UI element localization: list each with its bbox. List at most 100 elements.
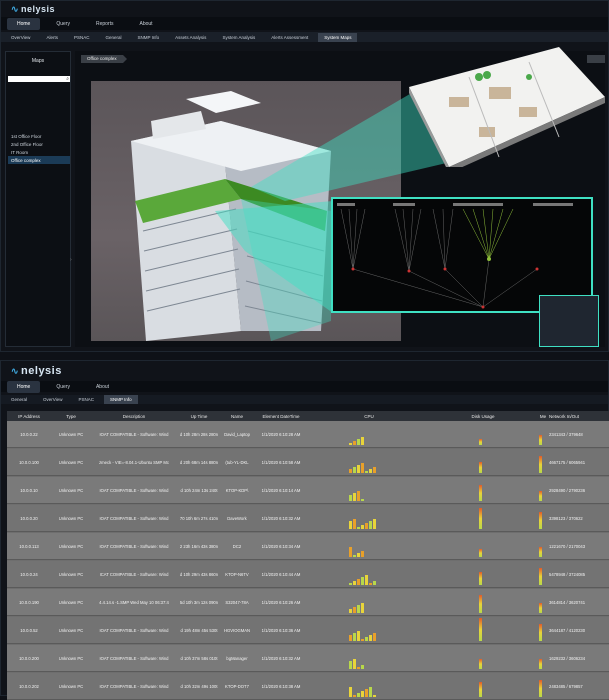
cell-description: 4.4.14.s -1.SMP Wed May 10 06:37:4 — [99, 599, 169, 605]
col-disk-usage[interactable]: Disk Usage — [429, 414, 537, 419]
map-search-input[interactable]: ⌕ — [8, 76, 70, 82]
menu-query[interactable]: Query — [46, 381, 80, 393]
disk-bar — [479, 571, 482, 585]
cell-description: IOAT COMPATIBLE - Software: Wind — [99, 627, 169, 633]
search-icon[interactable]: ⌕ — [66, 76, 69, 82]
col-cpu[interactable]: CPU — [309, 414, 429, 419]
memory-bar — [539, 623, 542, 641]
snmp-table: IP Address Type Description Up Time Name… — [7, 411, 609, 700]
memory-bar — [539, 658, 542, 669]
tab-psnac[interactable]: PSNAC — [72, 395, 100, 404]
cell-datetime: 1/1/2020 6:10:34 AM — [261, 543, 301, 549]
cpu-bar — [349, 582, 352, 585]
cell-datetime: 1/1/2020 6:10:32 AM — [261, 655, 301, 661]
tab-alerts[interactable]: Alerts — [40, 33, 64, 42]
cell-name: KTOP-N6TV — [225, 571, 249, 577]
table-row[interactable]: 10.0.0.113 Unknown PC IOAT COMPATIBLE - So… — [7, 533, 609, 560]
cell-disk-chart — [429, 449, 537, 476]
cpu-bar — [353, 554, 356, 557]
table-row[interactable]: 10.0.0.52 Unknown PC IOAT COMPATIBLE - Sof… — [7, 617, 609, 644]
cpu-bar — [365, 470, 368, 473]
floor-plan-illustration — [409, 47, 605, 173]
tab-assets-analysis[interactable]: Assets Analysis — [169, 33, 212, 42]
collapse-arrow-icon[interactable]: › — [70, 257, 72, 263]
cpu-bar — [357, 464, 360, 473]
cpu-bar — [361, 498, 364, 501]
memory-bar — [539, 679, 542, 697]
menu-query[interactable]: Query — [46, 18, 80, 30]
col-up-time[interactable]: Up Time — [177, 414, 221, 419]
table-row[interactable]: 10.0.0.190 Unknown PC 4.4.14.s -1.SMP Wed … — [7, 589, 609, 616]
menu-reports[interactable]: Reports — [86, 18, 124, 30]
col-network[interactable]: Network In/Out — [549, 414, 605, 419]
cell-network: 1221670 / 2170043 — [549, 543, 586, 549]
minimap-thumbnail[interactable] — [539, 295, 599, 347]
cell-ip: 10.0.0.24 — [20, 571, 38, 577]
disk-bar — [479, 594, 482, 613]
col-type[interactable]: Type — [51, 414, 91, 419]
table-row[interactable]: 10.0.0.20 Unknown PC IOAT COMPATIBLE - Sof… — [7, 505, 609, 532]
col-ip-address[interactable]: IP Address — [7, 414, 51, 419]
tab-system-maps[interactable]: System Maps — [318, 32, 358, 42]
tab-psnac[interactable]: PSNAC — [68, 33, 96, 42]
cell-disk-chart — [429, 645, 537, 672]
table-row[interactable]: 10.0.0.10 Unknown PC IOAT COMPATIBLE - Sof… — [7, 477, 609, 504]
cell-ip: 10.0.0.202 — [19, 683, 39, 689]
cpu-bar — [353, 606, 356, 613]
tab-overview[interactable]: OverView — [5, 33, 36, 42]
cell-name: David_Laptop — [224, 431, 250, 437]
menu-home[interactable]: Home — [7, 380, 41, 393]
cell-cpu-chart — [309, 477, 429, 504]
table-row[interactable]: 10.0.0.22 Unknown PC IOAT COMPATIBLE - Sof… — [7, 421, 609, 448]
cell-memory-chart — [537, 673, 549, 700]
cell-network: 3614814 / 3620741 — [549, 599, 586, 605]
tab-general[interactable]: General — [5, 395, 33, 404]
cell-ip: 10.0.0.113 — [19, 543, 39, 549]
col-element-datetime[interactable]: Element DateTime — [253, 414, 309, 419]
table-row[interactable]: 10.0.0.200 Unknown PC IOAT COMPATIBLE - So… — [7, 645, 609, 672]
cpu-bar — [361, 436, 364, 445]
cpu-bar — [361, 638, 364, 641]
cpu-bar — [357, 526, 360, 529]
table-row[interactable]: 10.0.0.100 Unknown PC zmeck - VIE=-8.04.1-… — [7, 449, 609, 476]
cpu-bar — [357, 630, 360, 641]
cpu-bar — [353, 492, 356, 501]
map-canvas[interactable]: Office complex — [75, 47, 605, 347]
cell-cpu-chart — [309, 505, 429, 532]
tab-general[interactable]: General — [99, 33, 127, 42]
disk-bar — [479, 438, 482, 445]
cpu-bar — [349, 494, 352, 501]
cpu-bar — [373, 632, 376, 641]
cell-description: IOAT COMPATIBLE - Software: Wind — [99, 543, 169, 549]
disk-bar — [479, 617, 482, 641]
cell-type: Unknown PC — [58, 627, 84, 633]
col-name[interactable]: Name — [221, 414, 253, 419]
cpu-bar — [361, 550, 364, 557]
tab-system-analysis[interactable]: System Analysis — [216, 33, 261, 42]
cell-cpu-chart — [309, 421, 429, 448]
cpu-bar — [357, 578, 360, 585]
menu-about[interactable]: About — [86, 381, 119, 393]
cpu-bar — [361, 462, 364, 473]
cpu-bar — [349, 608, 352, 613]
map-item-1st-office-floor[interactable]: 1st Office Floor — [8, 132, 70, 140]
cpu-bar — [353, 580, 356, 585]
cpu-bar — [369, 634, 372, 641]
cell-up-time: 5d 10h 3m 12s 090n — [179, 599, 219, 605]
menu-about[interactable]: About — [129, 18, 162, 30]
cell-network: 3398123 / 370622 — [549, 515, 583, 521]
tab-snmp-info[interactable]: SNMP Info — [131, 33, 165, 42]
tab-snmp-info[interactable]: SNMP Info — [103, 395, 138, 404]
cpu-bar — [365, 574, 368, 585]
menu-home[interactable]: Home — [7, 17, 41, 30]
map-item-it-room[interactable]: IT Room — [8, 148, 70, 156]
map-item-2nd-office-floor[interactable]: 2nd Office Floor — [8, 140, 70, 148]
cell-type: Unknown PC — [58, 599, 84, 605]
map-item-office-complex[interactable]: Office complex — [8, 156, 70, 164]
tab-overview[interactable]: OverView — [37, 395, 68, 404]
tab-alerts-assessment[interactable]: Alerts Assessment — [265, 33, 314, 42]
table-row[interactable]: 10.0.0.24 Unknown PC ICAT COMPATIBLE - Sof… — [7, 561, 609, 588]
col-memory[interactable]: Me — [537, 414, 549, 419]
cpu-bar — [353, 466, 356, 473]
col-description[interactable]: Description — [91, 414, 177, 419]
